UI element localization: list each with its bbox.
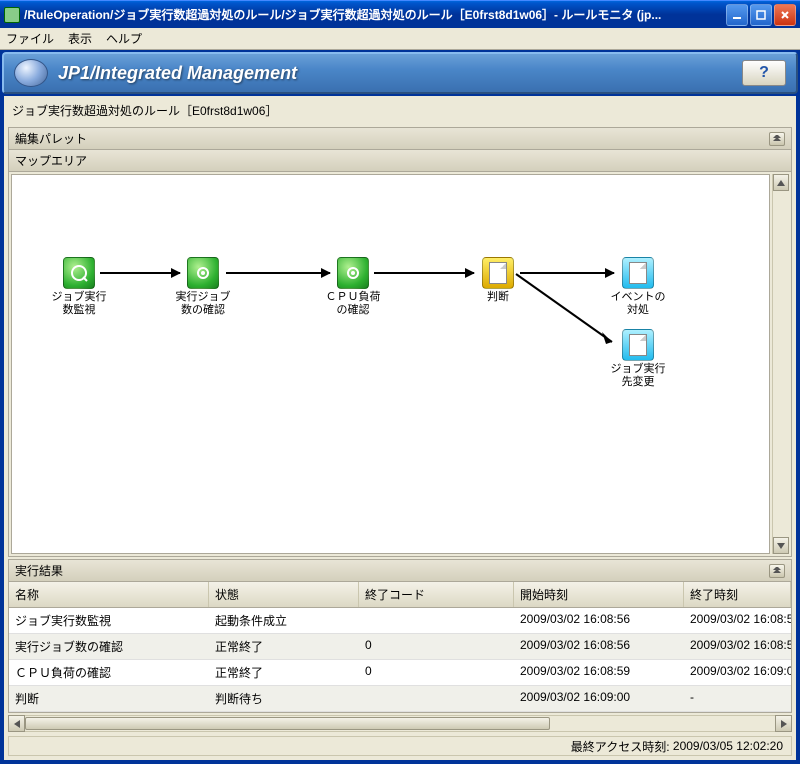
scroll-track[interactable] bbox=[25, 715, 775, 732]
scroll-right-icon[interactable] bbox=[775, 715, 792, 732]
node-job-monitor[interactable]: ジョブ実行 数監視 bbox=[48, 257, 110, 317]
results-label: 実行結果 bbox=[15, 562, 63, 579]
status-bar: 最終アクセス時刻: 2009/03/05 12:02:20 bbox=[8, 736, 792, 756]
node-label: ＣＰＵ負荷 の確認 bbox=[326, 291, 381, 317]
cell-state: 正常終了 bbox=[209, 660, 359, 685]
close-button[interactable] bbox=[774, 4, 796, 26]
titlebar: /RuleOperation/ジョブ実行数超過対処のルール/ジョブ実行数超過対処… bbox=[0, 0, 800, 28]
rule-path: ジョブ実行数超過対処のルール［E0frst8d1w06］ bbox=[4, 96, 796, 125]
cell-end: 2009/03/02 16:08:56 bbox=[684, 608, 791, 633]
workflow-canvas[interactable]: ジョブ実行 数監視 実行ジョブ 数の確認 ＣＰＵ負荷 の確認 判断 bbox=[11, 174, 770, 554]
map-area-header: マップエリア bbox=[9, 150, 791, 172]
cell-exit: 0 bbox=[359, 660, 514, 685]
scroll-down-icon[interactable] bbox=[773, 537, 789, 554]
gear-icon bbox=[187, 257, 219, 289]
vertical-scrollbar[interactable] bbox=[772, 174, 789, 554]
cell-end: 2009/03/02 16:08:59 bbox=[684, 634, 791, 659]
col-exit[interactable]: 終了コード bbox=[359, 582, 514, 607]
product-logo-icon bbox=[14, 59, 48, 87]
node-label: ジョブ実行 先変更 bbox=[611, 363, 666, 389]
cell-end: 2009/03/02 16:09:00 bbox=[684, 660, 791, 685]
cell-start: 2009/03/02 16:08:59 bbox=[514, 660, 684, 685]
cell-exit bbox=[359, 608, 514, 633]
cell-name: 判断 bbox=[9, 686, 209, 711]
cell-name: ジョブ実行数監視 bbox=[9, 608, 209, 633]
col-end[interactable]: 終了時刻 bbox=[684, 582, 791, 607]
edit-palette-label: 編集パレット bbox=[15, 130, 87, 147]
edit-palette-header[interactable]: 編集パレット bbox=[8, 127, 792, 150]
product-name: JP1/Integrated Management bbox=[58, 63, 742, 84]
scroll-left-icon[interactable] bbox=[8, 715, 25, 732]
node-label: 判断 bbox=[487, 291, 509, 304]
cell-name: ＣＰＵ負荷の確認 bbox=[9, 660, 209, 685]
menu-view[interactable]: 表示 bbox=[68, 30, 92, 47]
monitor-icon bbox=[63, 257, 95, 289]
gear-icon bbox=[337, 257, 369, 289]
table-row[interactable]: ジョブ実行数監視起動条件成立 2009/03/02 16:08:562009/03… bbox=[9, 608, 791, 634]
cell-state: 判断待ち bbox=[209, 686, 359, 711]
menu-file[interactable]: ファイル bbox=[6, 30, 54, 47]
horizontal-scrollbar[interactable] bbox=[8, 715, 792, 732]
menubar: ファイル 表示 ヘルプ bbox=[0, 28, 800, 50]
expand-icon[interactable] bbox=[769, 564, 785, 578]
maximize-button[interactable] bbox=[750, 4, 772, 26]
cell-start: 2009/03/02 16:09:00 bbox=[514, 686, 684, 711]
table-row[interactable]: ＣＰＵ負荷の確認正常終了02009/03/02 16:08:592009/03/… bbox=[9, 660, 791, 686]
window-title: /RuleOperation/ジョブ実行数超過対処のルール/ジョブ実行数超過対処… bbox=[24, 6, 726, 23]
node-label: 実行ジョブ 数の確認 bbox=[176, 291, 231, 317]
scroll-track[interactable] bbox=[773, 191, 789, 537]
col-name[interactable]: 名称 bbox=[9, 582, 209, 607]
help-button[interactable]: ? bbox=[742, 60, 786, 86]
results-header[interactable]: 実行結果 bbox=[8, 559, 792, 582]
col-state[interactable]: 状態 bbox=[209, 582, 359, 607]
expand-icon[interactable] bbox=[769, 132, 785, 146]
table-header-row: 名称 状態 終了コード 開始時刻 終了時刻 bbox=[9, 582, 791, 608]
col-start[interactable]: 開始時刻 bbox=[514, 582, 684, 607]
results-table: 名称 状態 終了コード 開始時刻 終了時刻 ジョブ実行数監視起動条件成立 2009… bbox=[8, 582, 792, 713]
node-job-count-check[interactable]: 実行ジョブ 数の確認 bbox=[172, 257, 234, 317]
cell-start: 2009/03/02 16:08:56 bbox=[514, 634, 684, 659]
scroll-up-icon[interactable] bbox=[773, 174, 789, 191]
menu-help[interactable]: ヘルプ bbox=[106, 30, 142, 47]
scroll-thumb[interactable] bbox=[25, 717, 550, 730]
arrow bbox=[374, 272, 474, 274]
product-banner: JP1/Integrated Management ? bbox=[2, 52, 798, 94]
arrow bbox=[226, 272, 330, 274]
cell-start: 2009/03/02 16:08:56 bbox=[514, 608, 684, 633]
node-cpu-check[interactable]: ＣＰＵ負荷 の確認 bbox=[322, 257, 384, 317]
cell-name: 実行ジョブ数の確認 bbox=[9, 634, 209, 659]
document-icon bbox=[482, 257, 514, 289]
cell-exit bbox=[359, 686, 514, 711]
app-icon bbox=[4, 7, 20, 23]
arrow bbox=[100, 272, 180, 274]
cell-exit: 0 bbox=[359, 634, 514, 659]
table-row[interactable]: 実行ジョブ数の確認正常終了02009/03/02 16:08:562009/03… bbox=[9, 634, 791, 660]
cell-state: 起動条件成立 bbox=[209, 608, 359, 633]
cell-end: - bbox=[684, 686, 791, 711]
node-label: ジョブ実行 数監視 bbox=[52, 291, 107, 317]
arrow-diagonal bbox=[512, 272, 627, 352]
status-time: 2009/03/05 12:02:20 bbox=[673, 739, 783, 753]
status-label: 最終アクセス時刻: bbox=[571, 738, 670, 755]
table-row[interactable]: 判断判断待ち 2009/03/02 16:09:00- bbox=[9, 686, 791, 712]
minimize-button[interactable] bbox=[726, 4, 748, 26]
cell-state: 正常終了 bbox=[209, 634, 359, 659]
